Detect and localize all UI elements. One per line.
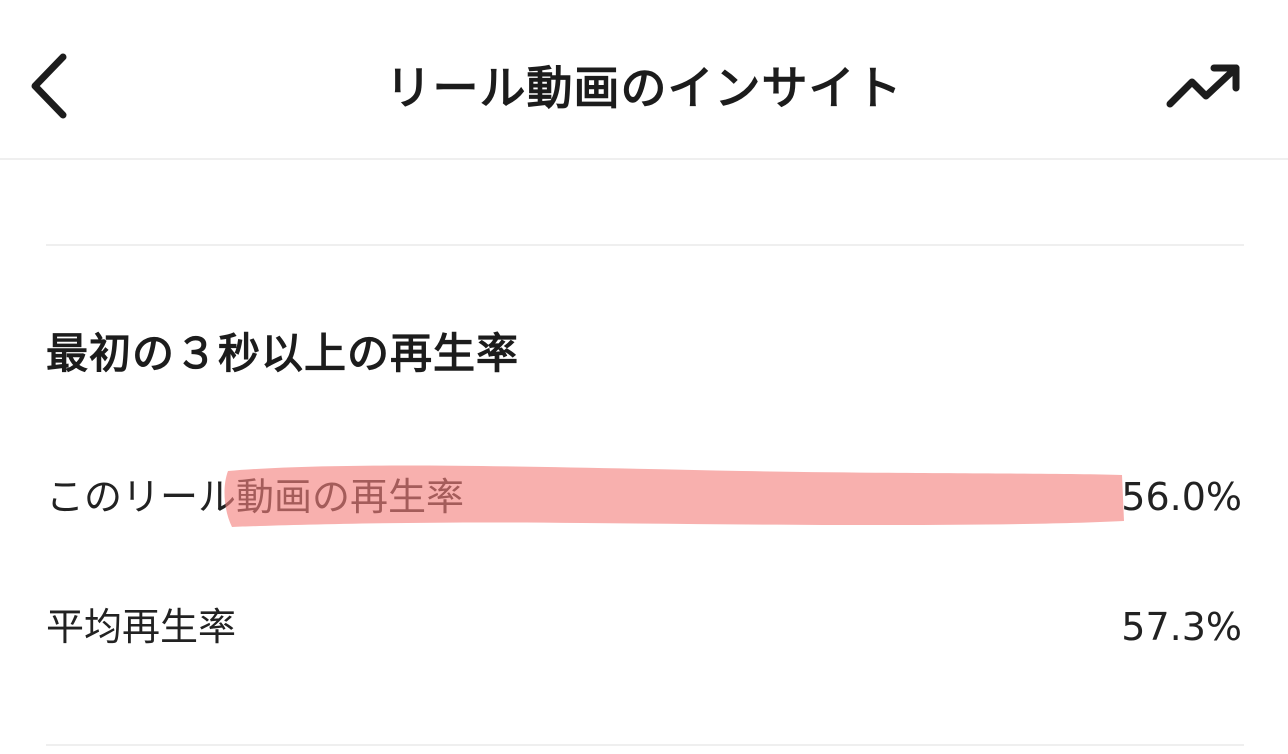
stat-row-this-reel: このリール動画の再生率 56.0% — [46, 462, 1242, 532]
stat-value: 56.0% — [1121, 475, 1242, 519]
stat-row-average: 平均再生率 57.3% — [46, 592, 1242, 662]
stat-value: 57.3% — [1121, 605, 1242, 649]
section-divider-top — [46, 244, 1244, 246]
section-divider-bottom — [46, 744, 1244, 746]
section-title: 最初の３秒以上の再生率 — [46, 329, 520, 378]
stat-label: 平均再生率 — [46, 605, 237, 649]
insights-trend-button[interactable] — [1156, 50, 1252, 126]
trending-up-icon — [1166, 64, 1240, 108]
top-bar: リール動画のインサイト — [0, 0, 1288, 160]
page-title: リール動画のインサイト — [385, 61, 903, 115]
stat-label: このリール動画の再生率 — [46, 475, 465, 519]
